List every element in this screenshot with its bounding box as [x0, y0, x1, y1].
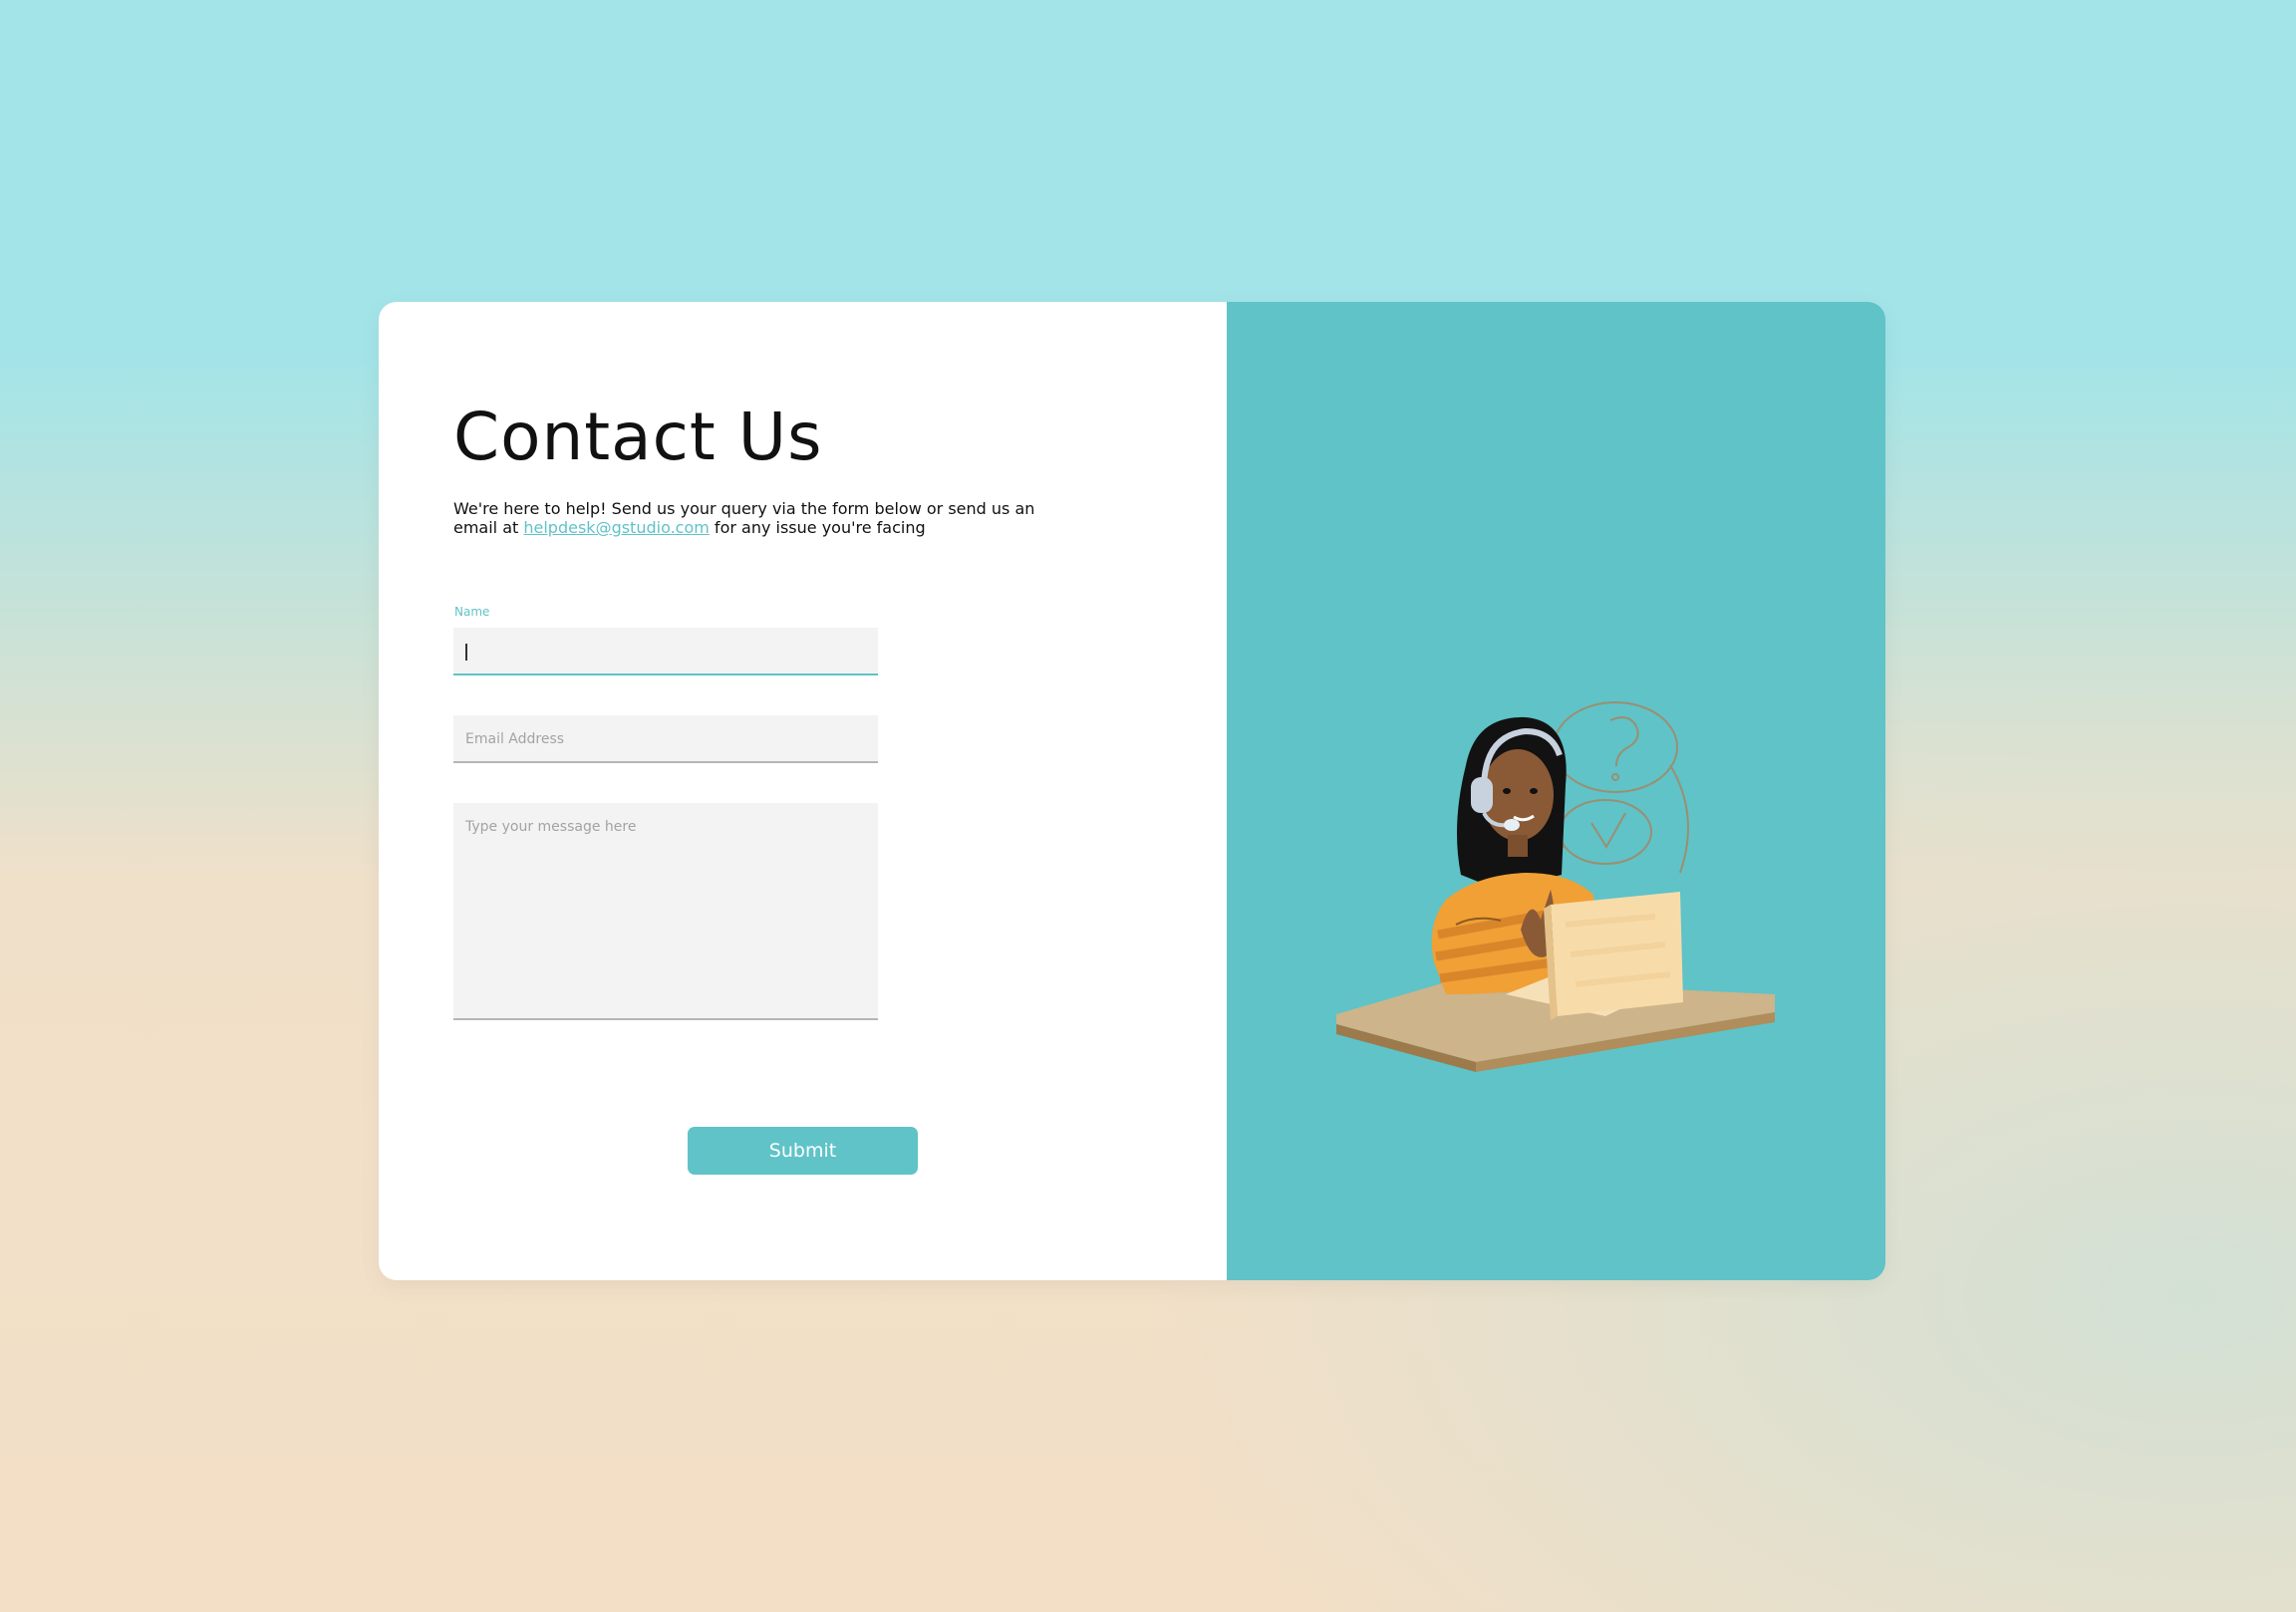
text-cursor — [465, 644, 467, 661]
page-title: Contact Us — [453, 399, 823, 475]
speech-bubbles-icon — [1545, 701, 1689, 874]
helpdesk-email-link[interactable]: helpdesk@gstudio.com — [523, 518, 709, 537]
illustration-panel — [1227, 302, 1885, 1280]
name-input[interactable] — [453, 628, 878, 675]
contact-form-panel: Contact Us We're here to help! Send us y… — [379, 302, 1227, 1280]
name-field-label: Name — [454, 605, 490, 619]
intro-text-after: for any issue you're facing — [709, 518, 926, 537]
submit-button[interactable]: Submit — [688, 1127, 918, 1175]
support-agent-illustration — [1336, 701, 1775, 1072]
contact-card: Contact Us We're here to help! Send us y… — [379, 302, 1885, 1280]
message-textarea[interactable]: Type your message here — [453, 803, 878, 1020]
intro-text: We're here to help! Send us your query v… — [453, 499, 1051, 537]
email-input[interactable]: Email Address — [453, 715, 878, 763]
